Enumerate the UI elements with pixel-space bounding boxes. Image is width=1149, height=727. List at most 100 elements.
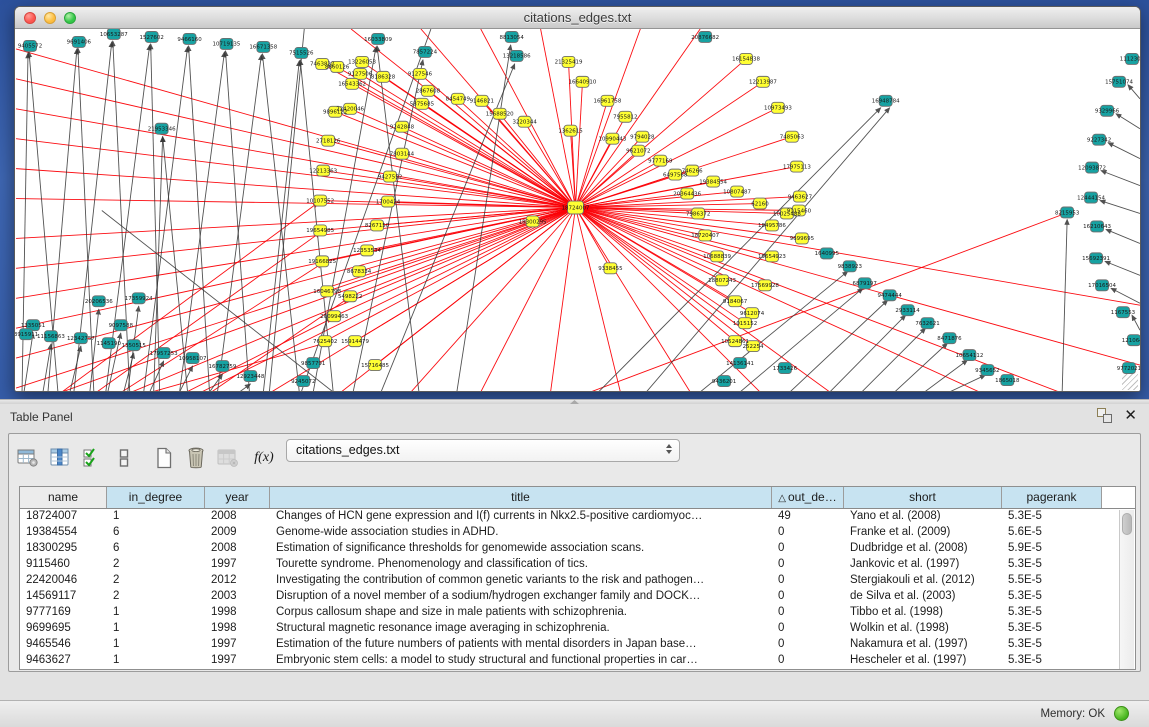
column-header-title[interactable]: title: [270, 487, 772, 508]
table-vertical-scrollbar[interactable]: [1119, 510, 1134, 669]
select-column-icon[interactable]: [47, 445, 73, 471]
table-row[interactable]: 969969511998Structural magnetic resonanc…: [20, 621, 1135, 637]
table-cell: 1: [107, 637, 205, 653]
table-row[interactable]: 1872400712008Changes of HCN gene express…: [20, 509, 1135, 525]
column-header-year[interactable]: year: [205, 487, 270, 508]
table-cell: Estimation of the future numbers of pati…: [270, 637, 772, 653]
network-window[interactable]: citations_edges.txt 18724007183002957463…: [14, 6, 1141, 392]
table-cell: Disruption of a novel member of a sodium…: [270, 589, 772, 605]
row-boxes-icon[interactable]: [111, 445, 137, 471]
table-cell: 2008: [205, 509, 270, 525]
citation-edge-red: [576, 208, 1140, 306]
memory-ok-indicator-icon[interactable]: [1114, 706, 1129, 721]
network-node-label: 16210643: [1083, 224, 1111, 230]
table-toolbar: f(x): [15, 443, 281, 473]
network-node-label: 3915911: [15, 332, 38, 338]
table-chooser-value: citations_edges.txt: [296, 443, 400, 457]
network-node-label: 12213363: [309, 168, 337, 174]
table-cell: 0: [772, 541, 844, 557]
column-header-short[interactable]: short: [844, 487, 1002, 508]
network-node-label: 9427552: [378, 174, 402, 180]
citation-edge-black: [949, 375, 985, 392]
network-node-label: 12342757: [67, 336, 95, 342]
table-cell: 2009: [205, 525, 270, 541]
network-node-label: 252254: [743, 344, 764, 350]
column-header-out-degree[interactable]: △out_de…: [772, 487, 844, 508]
table-cell: 19384554: [20, 525, 107, 541]
table-cell: 2: [107, 589, 205, 605]
table-body: 1872400712008Changes of HCN gene express…: [20, 509, 1135, 669]
network-node-label: 9242848: [390, 125, 415, 131]
table-row[interactable]: 1830029562008Estimation of significance …: [20, 541, 1135, 557]
scrollbar-thumb[interactable]: [1122, 513, 1132, 535]
network-node-label: 9896122: [323, 110, 347, 116]
table-row[interactable]: 946362711997Embryonic stem cells: a mode…: [20, 653, 1135, 669]
column-header-name[interactable]: name: [20, 487, 107, 508]
network-node-label: 7515526: [289, 51, 314, 57]
table-cell: Changes of HCN gene expression and I(f) …: [270, 509, 772, 525]
network-node-label: 9777169: [648, 158, 673, 164]
citation-edge-black: [144, 47, 188, 392]
delete-table-icon[interactable]: [183, 445, 209, 471]
table-cell: Wolkin et al. (1998): [844, 621, 1002, 637]
citation-edge-black: [862, 328, 926, 392]
network-node-label: 18724007: [562, 205, 590, 211]
network-node-label: 9621072: [626, 148, 650, 154]
node-table-header: name in_degree year title △out_de… short…: [20, 487, 1135, 509]
table-row[interactable]: 977716911998Corpus callosum shape and si…: [20, 605, 1135, 621]
citation-edge-black: [1101, 171, 1140, 186]
table-cell: Embryonic stem cells: a model to study s…: [270, 653, 772, 669]
float-panel-icon[interactable]: [1097, 408, 1112, 423]
table-cell: 5.3E-5: [1002, 589, 1102, 605]
network-node-label: 8267150: [365, 223, 390, 229]
table-cell: 1: [107, 653, 205, 669]
table-row[interactable]: 2242004622012Investigating the contribut…: [20, 573, 1135, 589]
network-node-label: 9857791: [301, 361, 325, 367]
citation-edge-black: [1132, 315, 1140, 330]
network-canvas[interactable]: 1872400718300295746382286601261322605391…: [15, 29, 1140, 392]
network-node-label: 6879197: [853, 281, 878, 287]
network-node-label: 20364436: [673, 191, 701, 197]
citation-edge-red: [16, 199, 575, 208]
close-panel-icon[interactable]: ✕: [1124, 408, 1137, 423]
table-cell: 1997: [205, 653, 270, 669]
network-node-label: 12353534: [353, 248, 381, 254]
citation-edge-black: [895, 343, 948, 392]
table-row[interactable]: 1456911722003Disruption of a novel membe…: [20, 589, 1135, 605]
citation-edge-black: [1106, 229, 1140, 243]
table-cell: 0: [772, 557, 844, 573]
citation-edge-red: [16, 208, 575, 299]
network-node-label: 8186328: [371, 75, 396, 81]
network-window-titlebar[interactable]: citations_edges.txt: [15, 7, 1140, 29]
citation-edge-red: [16, 208, 575, 359]
table-cell: 9699695: [20, 621, 107, 637]
network-node-label: 10807487: [723, 189, 751, 195]
citation-edge-red: [576, 208, 753, 314]
table-chooser-combobox[interactable]: citations_edges.txt: [286, 439, 680, 462]
table-cell: 9465546: [20, 637, 107, 653]
table-row[interactable]: 946554611997Estimation of the future num…: [20, 637, 1135, 653]
window-resize-grip[interactable]: [1122, 374, 1138, 390]
new-table-icon[interactable]: [151, 445, 177, 471]
network-node-label: 12444154: [1077, 195, 1105, 201]
network-node-label: 1350515: [122, 343, 146, 349]
fx-label: f(x): [254, 450, 273, 466]
network-canvas-svg[interactable]: 1872400718300295746382286601261322605391…: [15, 29, 1140, 392]
network-node-label: 9245072: [291, 379, 315, 385]
status-bar: Memory: OK: [0, 700, 1149, 727]
table-settings-icon[interactable]: [15, 445, 41, 471]
column-header-in-degree[interactable]: in_degree: [107, 487, 205, 508]
table-cell: 5.6E-5: [1002, 525, 1102, 541]
table-row[interactable]: 911546021997Tourette syndrome. Phenomeno…: [20, 557, 1135, 573]
column-header-pagerank[interactable]: pagerank: [1002, 487, 1102, 508]
table-panel-header: Table Panel ✕: [0, 404, 1149, 430]
table-cell: 0: [772, 621, 844, 637]
citation-edge-black: [70, 346, 81, 392]
network-node-label: 7857224: [413, 50, 438, 56]
table-cell: 0: [772, 605, 844, 621]
network-node-label: 17016504: [1088, 283, 1116, 289]
table-row[interactable]: 1938455462009Genome-wide association stu…: [20, 525, 1135, 541]
network-node-label: 10719135: [213, 42, 241, 48]
select-rows-check-icon[interactable]: [79, 445, 105, 471]
function-builder-icon[interactable]: f(x): [247, 445, 281, 471]
